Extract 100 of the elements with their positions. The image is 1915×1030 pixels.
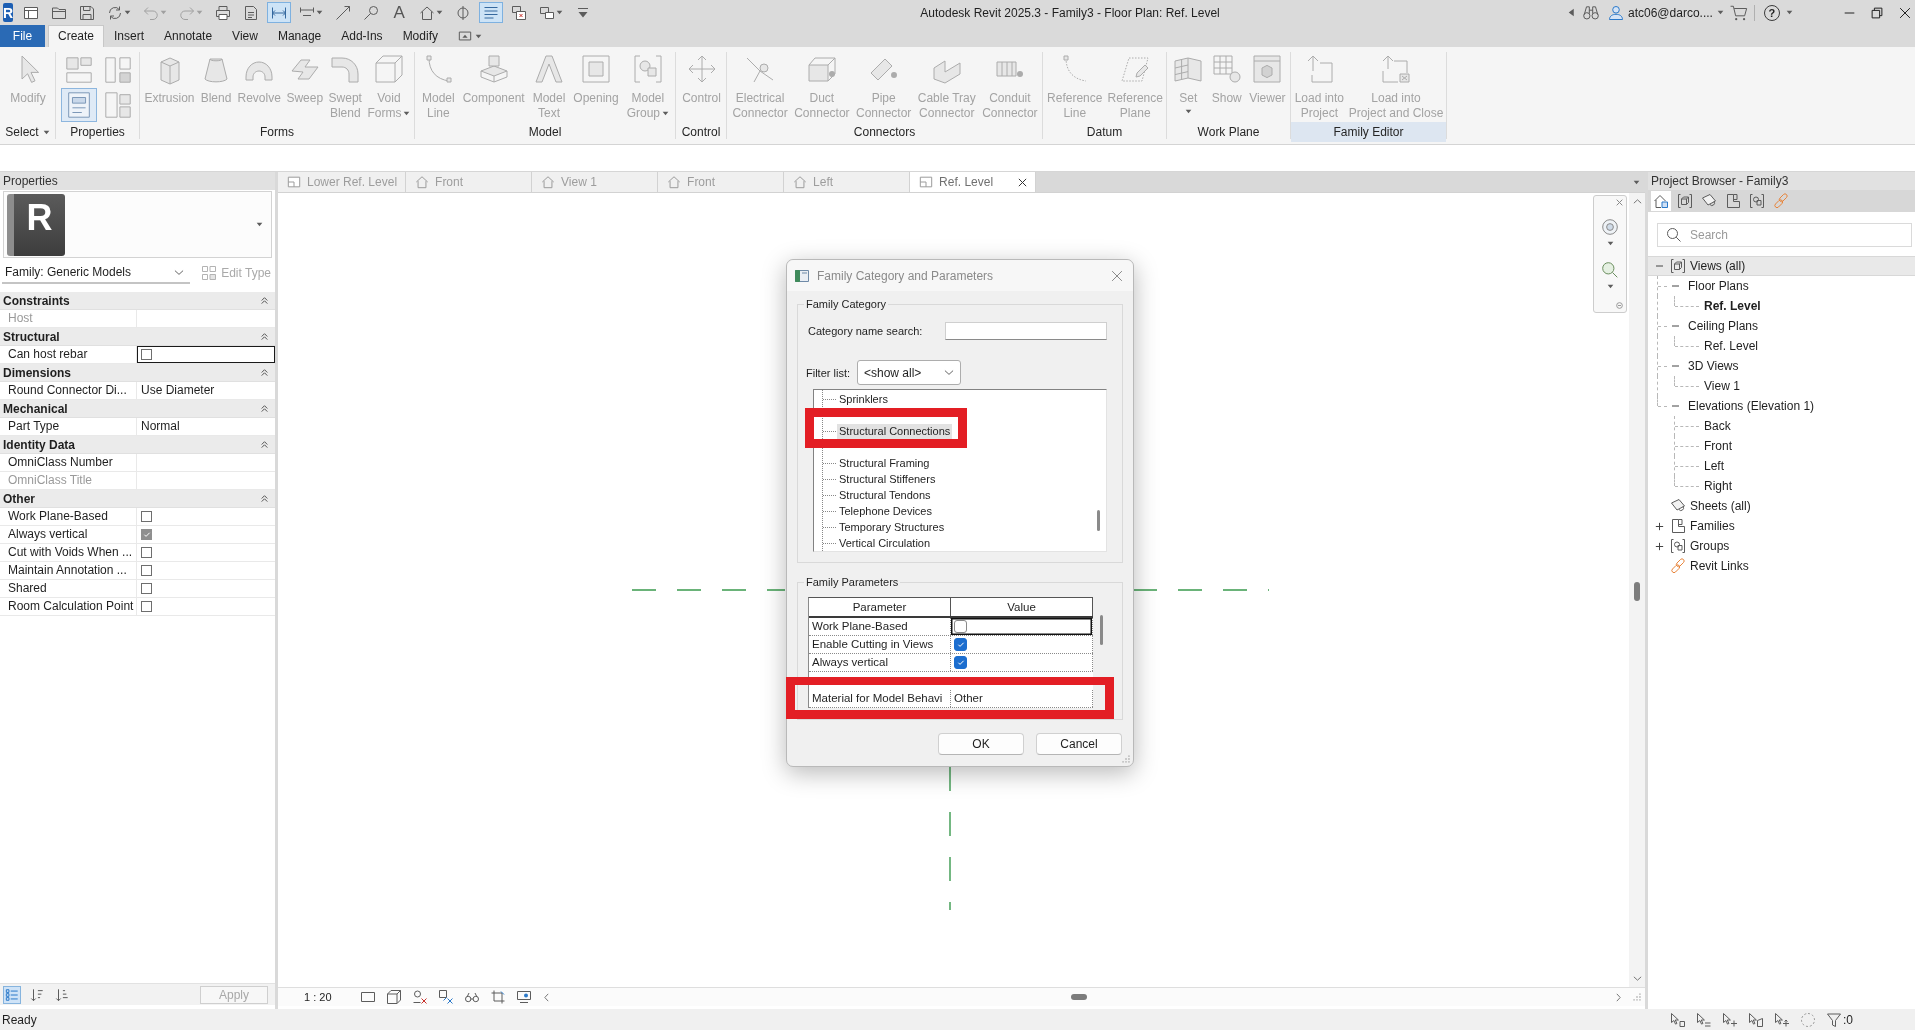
double-chevron-up-icon[interactable]: [260, 332, 269, 341]
toolbar-button[interactable]: [267, 2, 292, 23]
tree-item[interactable]: Back: [1648, 416, 1915, 436]
checkbox[interactable]: [954, 638, 967, 651]
binoculars-icon[interactable]: [1582, 3, 1600, 22]
ok-button[interactable]: OK: [938, 733, 1024, 755]
checkbox[interactable]: [141, 547, 152, 558]
toolbar-button[interactable]: [479, 2, 504, 23]
value-cell[interactable]: [951, 636, 1093, 653]
type-selector[interactable]: R: [3, 191, 272, 258]
caret-icon[interactable]: [1785, 9, 1793, 16]
pointer-lines-icon[interactable]: [1696, 1011, 1712, 1028]
tree-item[interactable]: Ref. Level: [1648, 296, 1915, 316]
ribbon-tab[interactable]: Manage: [267, 25, 332, 47]
ribbon-tab[interactable]: Add-Ins: [331, 25, 393, 47]
property-group-header[interactable]: Constraints: [0, 292, 275, 310]
minus-circle-icon[interactable]: [1616, 302, 1623, 309]
pointer-plus-icon[interactable]: [1722, 1011, 1738, 1028]
property-group-header[interactable]: Dimensions: [0, 364, 275, 382]
scrollbar-thumb[interactable]: [1097, 510, 1100, 531]
checkbox[interactable]: [954, 656, 967, 669]
toolbar-button[interactable]: A: [387, 2, 412, 23]
pointer-box-icon[interactable]: [1670, 1011, 1686, 1028]
expand-icon[interactable]: [1654, 521, 1664, 531]
filter-dropdown[interactable]: <show all>: [857, 360, 961, 385]
ribbon-tool-button[interactable]: [60, 88, 97, 122]
plan-view-tab[interactable]: Ref. Level: [910, 172, 1037, 192]
browser-toolbar-button[interactable]: [1675, 191, 1695, 211]
browser-toolbar-button[interactable]: [1747, 191, 1767, 211]
property-group-header[interactable]: Other: [0, 490, 275, 508]
scrollbar-thumb[interactable]: [1071, 994, 1087, 1000]
checkbox[interactable]: [141, 601, 152, 612]
ribbon-tab[interactable]: Modify: [392, 25, 448, 47]
scrollbar-thumb[interactable]: [1100, 615, 1103, 645]
pointer-shape-icon[interactable]: [1748, 1011, 1764, 1028]
family-selector[interactable]: Family: Generic Models: [2, 262, 190, 284]
tree-item[interactable]: Ref. Level: [1648, 336, 1915, 356]
cart-icon[interactable]: [1729, 3, 1748, 22]
scrollbar-thumb[interactable]: [1634, 582, 1640, 601]
caret-icon[interactable]: [1633, 178, 1640, 186]
list-item[interactable]: Sprinklers: [837, 391, 890, 407]
ribbon-panel-menu[interactable]: Select: [0, 122, 55, 142]
tree-item[interactable]: Revit Links: [1648, 556, 1915, 576]
list-item[interactable]: Structural Connections: [837, 423, 953, 439]
tree-item[interactable]: Groups: [1648, 536, 1915, 556]
tree-item[interactable]: Families: [1648, 516, 1915, 536]
tree-item[interactable]: Front: [1648, 436, 1915, 456]
checkbox[interactable]: [141, 565, 152, 576]
checkbox[interactable]: [141, 583, 152, 594]
close-icon[interactable]: [1899, 6, 1911, 19]
sun-off-icon[interactable]: [412, 989, 428, 1005]
list-item[interactable]: Temporary Structures: [837, 519, 947, 535]
minimize-icon[interactable]: [1844, 11, 1855, 14]
tree-item[interactable]: 3D Views: [1648, 356, 1915, 376]
list-item[interactable]: Structural Stiffeners: [837, 471, 938, 487]
application-button[interactable]: R: [3, 3, 14, 22]
table-cell[interactable]: Other: [951, 690, 1093, 707]
list-item[interactable]: Structural Framing: [837, 455, 932, 471]
column-header[interactable]: Parameter: [809, 598, 951, 616]
resize-grip-icon[interactable]: [1633, 993, 1641, 1001]
ribbon-tab[interactable]: Create: [48, 25, 105, 47]
property-value[interactable]: Use Diameter: [137, 382, 275, 399]
view-scale-button[interactable]: 1 : 20: [304, 991, 338, 1003]
crop-region-icon[interactable]: [490, 989, 506, 1005]
input-field[interactable]: [945, 322, 1107, 340]
list-item[interactable]: Telephone Devices: [837, 503, 934, 519]
tree-item[interactable]: View 1: [1648, 376, 1915, 396]
checkbox[interactable]: [141, 511, 152, 522]
double-chevron-up-icon[interactable]: [260, 440, 269, 449]
double-chevron-up-icon[interactable]: [260, 296, 269, 305]
left-triangle-icon[interactable]: [1567, 8, 1576, 17]
ribbon-tab[interactable]: Insert: [104, 25, 155, 47]
expand-icon[interactable]: [1654, 541, 1664, 551]
cube-outline-icon[interactable]: [386, 989, 402, 1005]
rectangle-icon[interactable]: [360, 989, 376, 1005]
file-menu-button[interactable]: File: [0, 25, 45, 47]
browser-toolbar-button[interactable]: [1651, 191, 1671, 211]
property-group-header[interactable]: Identity Data: [0, 436, 275, 454]
ribbon-tab[interactable]: View: [222, 25, 268, 47]
monitor-dot-icon[interactable]: [516, 989, 532, 1005]
property-value-field[interactable]: [137, 346, 275, 363]
double-chevron-up-icon[interactable]: [260, 404, 269, 413]
restore-icon[interactable]: [1871, 6, 1883, 19]
box-cross-icon[interactable]: [438, 989, 454, 1005]
checkbox[interactable]: [141, 349, 152, 360]
value-cell[interactable]: [951, 654, 1093, 671]
resize-grip-icon[interactable]: [1122, 755, 1130, 763]
cancel-button[interactable]: Cancel: [1036, 733, 1122, 755]
tree-item[interactable]: Floor Plans: [1648, 276, 1915, 296]
ring-icon[interactable]: [1601, 218, 1619, 236]
tree-item[interactable]: Views (all): [1648, 256, 1915, 276]
pointer-arrows-icon[interactable]: [1774, 1011, 1790, 1028]
list-item[interactable]: Structural Tendons: [837, 487, 933, 503]
vertical-scrollbar[interactable]: [1629, 193, 1645, 987]
sort-button[interactable]: [3, 985, 21, 1004]
value-cell[interactable]: [951, 618, 1093, 635]
double-chevron-up-icon[interactable]: [260, 494, 269, 503]
tree-item[interactable]: Elevations (Elevation 1): [1648, 396, 1915, 416]
double-chevron-up-icon[interactable]: [260, 368, 269, 377]
caret-icon[interactable]: [1606, 283, 1614, 290]
